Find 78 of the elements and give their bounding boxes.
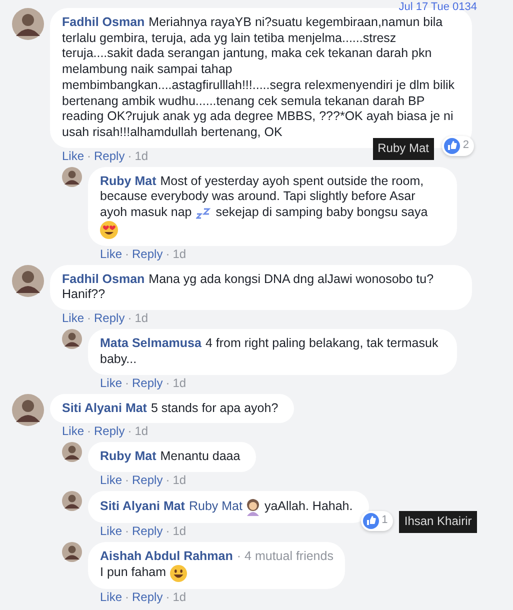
sleep-icon — [196, 206, 212, 219]
action-link[interactable]: Like — [100, 524, 122, 538]
author-link[interactable]: Ruby Mat — [100, 449, 156, 464]
woman-emoji-icon — [246, 498, 260, 516]
comment-text: Mata Selmamusa 4 from right paling belakang, tak termasuk baby... — [100, 336, 440, 368]
separator-dot: · — [125, 376, 130, 390]
action-link[interactable]: Like — [100, 376, 122, 390]
action-link[interactable]: Like — [62, 425, 84, 438]
like-icon — [444, 138, 460, 154]
separator-dot: · — [87, 312, 92, 326]
action-link[interactable]: Reply — [132, 376, 163, 390]
action-link[interactable]: Like — [62, 150, 84, 163]
separator-dot: · — [87, 425, 92, 438]
action-link[interactable]: Reply — [132, 248, 163, 261]
separator-dot: · — [125, 248, 130, 261]
mention-link[interactable]: Ruby Mat — [188, 499, 242, 514]
reaction-count: 2 — [462, 138, 469, 153]
separator-dot: · — [125, 590, 130, 604]
comment-text: Siti Alyani Mat Ruby Mat yaAllah. Hahah. — [100, 498, 357, 516]
author-link[interactable]: Ruby Mat — [100, 174, 156, 188]
timestamp[interactable]: 1d — [172, 524, 186, 538]
timestamp[interactable]: 1d — [134, 150, 148, 163]
author-link[interactable]: Fadhil Osman — [62, 272, 145, 286]
avatar[interactable] — [12, 8, 44, 40]
separator-dot: · — [166, 376, 170, 390]
comment-text: Siti Alyani Mat 5 stands for apa ayoh? — [62, 400, 280, 416]
author-link[interactable]: Aishah Abdul Rahman — [100, 548, 233, 563]
action-link[interactable]: Like — [100, 248, 122, 261]
action-link[interactable]: Reply — [94, 312, 125, 326]
mutual-friends-text: · 4 mutual friends — [236, 548, 334, 563]
timestamp[interactable]: 1d — [172, 474, 186, 487]
comment-text: Fadhil Osman Mana yg ada kongsi DNA dng alJawi wonosobo tu?Hanif?? — [62, 272, 435, 304]
comment-text: I pun faham — [100, 564, 334, 582]
timestamp[interactable]: 1d — [172, 590, 186, 604]
action-link[interactable]: Like — [100, 590, 122, 604]
comment-text: Ruby Mat Menantu daaa — [100, 449, 242, 465]
author-link[interactable]: Siti Alyani Mat — [62, 400, 147, 415]
heart-eyes-emoji-icon — [100, 220, 118, 239]
avatar[interactable] — [62, 329, 82, 350]
action-link[interactable]: Reply — [94, 425, 125, 438]
separator-dot: · — [128, 312, 132, 326]
avatar[interactable] — [12, 394, 44, 426]
separator-dot: · — [128, 150, 132, 163]
like-icon — [362, 512, 379, 529]
separator-dot: · — [125, 524, 130, 538]
comment-text: Ruby Mat Most of yesterday ayoh spent outside the room, because everybody was around. Tapi slightly before Asar ayoh masuk nap sekejap di samping baby bongsu saya — [100, 174, 445, 239]
separator-dot: · — [166, 474, 170, 487]
separator-dot: · — [166, 248, 170, 261]
reaction-badge[interactable]: 1 — [360, 510, 393, 531]
action-link[interactable]: Reply — [132, 590, 163, 604]
tooltip: Ruby Mat — [372, 138, 434, 160]
reaction-badge[interactable]: 2 — [442, 136, 474, 156]
reaction-count: 1 — [382, 513, 388, 528]
smiley-icon — [170, 564, 188, 582]
avatar[interactable] — [12, 264, 44, 297]
avatar[interactable] — [62, 166, 82, 187]
separator-dot: · — [87, 150, 92, 163]
author-link[interactable]: Siti Alyani Mat — [100, 499, 185, 514]
timestamp[interactable]: 1d — [134, 312, 148, 326]
author-link[interactable]: Mata Selmamusa — [100, 336, 202, 350]
separator-dot: · — [128, 425, 132, 438]
action-link[interactable]: Reply — [132, 524, 163, 538]
avatar[interactable] — [62, 542, 82, 562]
separator-dot: · — [166, 590, 170, 604]
action-link[interactable]: Reply — [132, 474, 163, 487]
action-link[interactable]: Reply — [94, 150, 125, 163]
separator-dot: · — [166, 524, 170, 538]
timestamp[interactable]: 1d — [134, 425, 148, 438]
timestamp[interactable]: 1d — [172, 376, 186, 390]
date-label: Jul 17 Tue 0134 — [398, 1, 477, 13]
action-link[interactable]: Like — [62, 312, 84, 326]
timestamp[interactable]: 1d — [172, 248, 186, 261]
separator-dot: · — [125, 474, 130, 487]
avatar[interactable] — [62, 490, 82, 511]
author-link[interactable]: Fadhil Osman — [62, 15, 145, 29]
tooltip: Ihsan Khairir — [399, 511, 477, 533]
action-link[interactable]: Like — [100, 474, 122, 487]
avatar[interactable] — [62, 442, 82, 462]
